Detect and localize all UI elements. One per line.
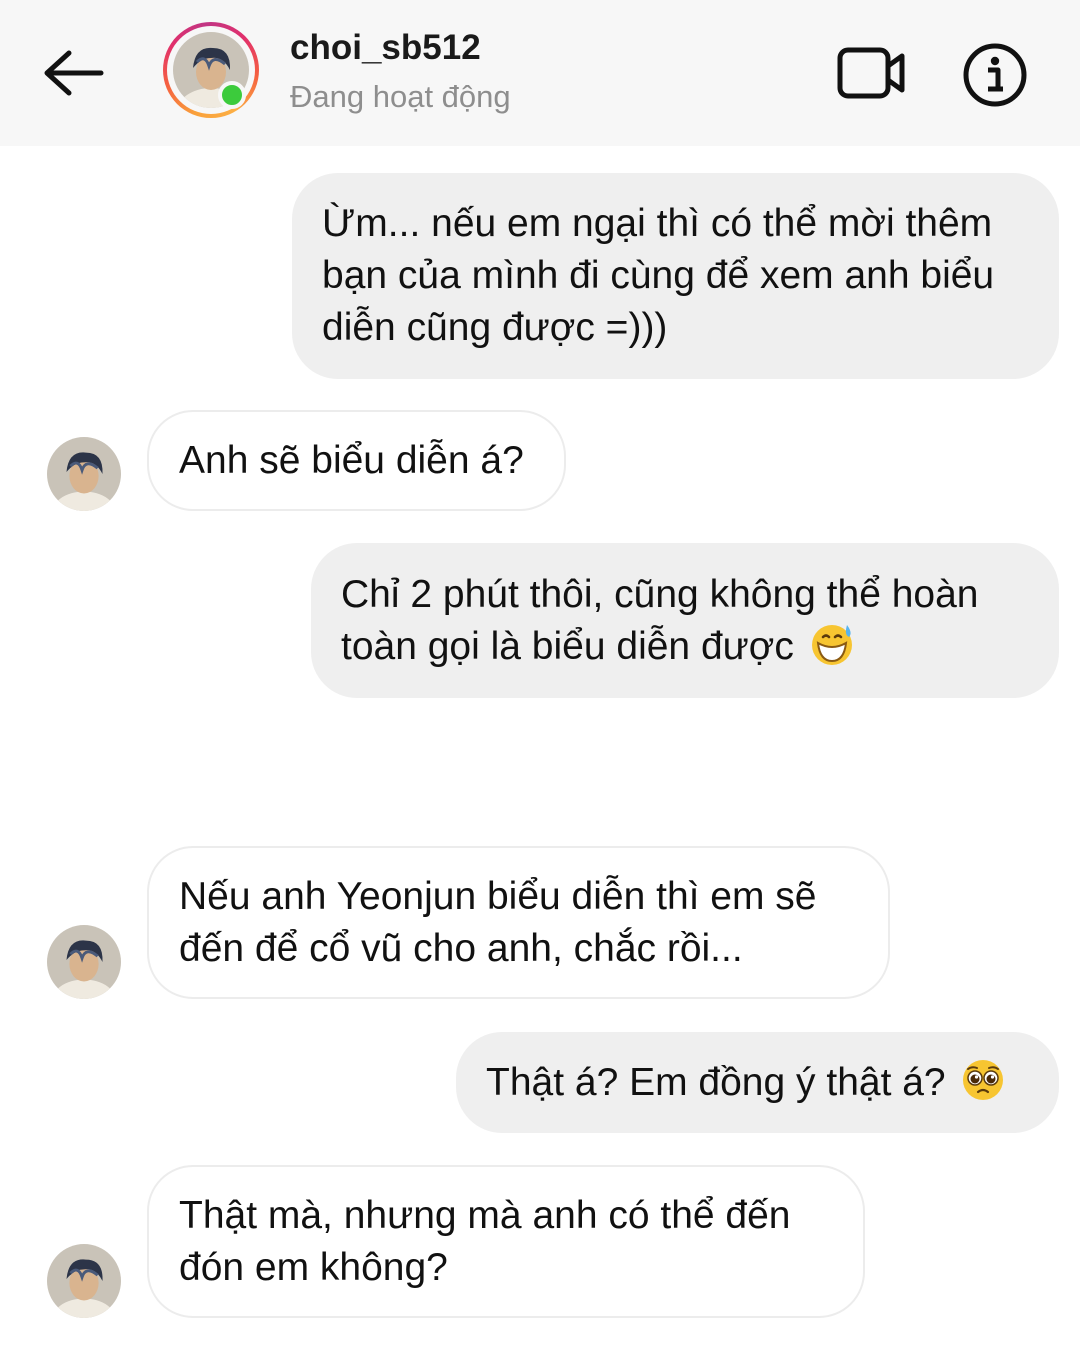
chat-header: choi_sb512 Đang hoạt động [0, 0, 1080, 146]
contact-avatar-story-ring[interactable] [163, 22, 259, 118]
incoming-message-bubble[interactable]: Nếu anh Yeonjun biểu diễn thì em sẽ đến … [147, 846, 890, 999]
incoming-message-bubble[interactable]: Anh sẽ biểu diễn á? [147, 410, 566, 511]
message-text: Nếu anh Yeonjun biểu diễn thì em sẽ đến … [179, 874, 817, 970]
outgoing-message-bubble[interactable]: Thật á? Em đồng ý thật á? [456, 1032, 1059, 1133]
contact-username[interactable]: choi_sb512 [290, 28, 481, 68]
outgoing-message-bubble[interactable]: Chỉ 2 phút thôi, cũng không thể hoàn toà… [311, 543, 1059, 698]
message-text: Chỉ 2 phút thôi, cũng không thể hoàn toà… [341, 572, 979, 668]
online-status-dot [218, 81, 246, 109]
back-button[interactable] [38, 42, 108, 104]
sender-avatar[interactable] [47, 925, 121, 999]
incoming-message-bubble[interactable]: Thật mà, nhưng mà anh có thể đến đón em … [147, 1165, 865, 1318]
arrow-left-icon [44, 50, 104, 96]
message-text: Thật mà, nhưng mà anh có thể đến đón em … [179, 1193, 791, 1289]
video-call-button[interactable] [836, 44, 908, 102]
grinning-sweat-emoji [811, 624, 852, 665]
sender-avatar[interactable] [47, 437, 121, 511]
message-text: Anh sẽ biểu diễn á? [179, 438, 524, 482]
sender-avatar[interactable] [47, 1244, 121, 1318]
message-text: Thật á? Em đồng ý thật á? [486, 1060, 946, 1104]
video-camera-icon [837, 47, 905, 99]
outgoing-message-bubble[interactable]: Ừm... nếu em ngại thì có thể mời thêm bạ… [292, 173, 1059, 379]
activity-status: Đang hoạt động [290, 79, 511, 114]
conversation-info-button[interactable] [962, 42, 1028, 108]
pleading-face-emoji [963, 1059, 1004, 1100]
message-text: Ừm... nếu em ngại thì có thể mời thêm bạ… [322, 202, 995, 349]
info-circle-icon [963, 43, 1027, 107]
